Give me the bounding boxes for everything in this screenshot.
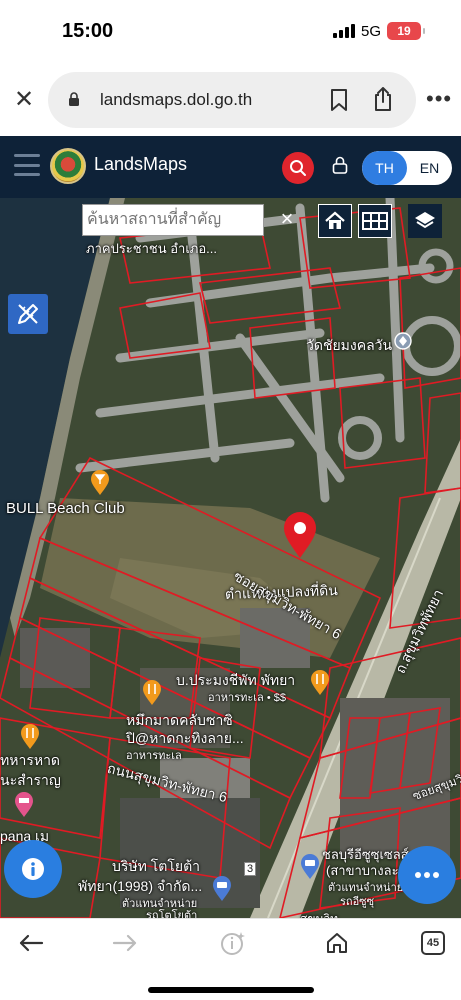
search-clear-button[interactable]: × (272, 204, 302, 234)
map-label-restaurant-3: นะสำราญ (0, 772, 61, 788)
more-horizontal-icon[interactable]: ••• (426, 86, 452, 112)
satellite-map (0, 198, 461, 918)
parcel-grid-button[interactable] (358, 204, 392, 238)
arrow-right-icon (112, 934, 137, 952)
address-bar[interactable]: landsmaps.dol.go.th (48, 72, 416, 128)
home-icon (325, 211, 345, 229)
battery-level: 19 (397, 24, 411, 38)
arrow-left-icon (19, 934, 44, 952)
map-view[interactable]: × (0, 198, 461, 918)
hotel-poi-icon[interactable] (14, 792, 34, 818)
signal-icon (332, 24, 355, 38)
close-icon[interactable]: ✕ (12, 88, 36, 112)
search-icon (290, 160, 306, 176)
lang-th-button[interactable]: TH (362, 151, 407, 185)
page-info-button[interactable] (218, 929, 248, 957)
share-icon[interactable] (372, 86, 394, 112)
browser-bottom-nav: 45 (0, 918, 461, 1000)
restaurant-poi-icon[interactable] (310, 670, 330, 696)
more-horizontal-icon (415, 872, 439, 878)
map-label-restaurant-2: ทหารหาด (0, 752, 61, 768)
status-time: 15:00 (62, 20, 114, 42)
tabs-count: 45 (421, 931, 445, 955)
car-dealer-poi-icon[interactable] (212, 876, 232, 902)
temple-icon (394, 332, 412, 350)
restaurant-poi-icon[interactable] (20, 724, 40, 750)
browser-toolbar: ✕ landsmaps.dol.go.th ••• (0, 62, 461, 136)
home-button[interactable] (318, 204, 352, 238)
app-header: LandsMaps TH EN (0, 136, 461, 198)
home-indicator (148, 987, 314, 993)
forward-button[interactable] (110, 929, 140, 957)
department-logo (50, 148, 86, 184)
home-button[interactable] (322, 929, 352, 957)
location-pin-icon[interactable] (282, 512, 318, 560)
info-icon (22, 858, 44, 880)
status-bar: 15:00 5G 19 (0, 0, 461, 62)
menu-icon[interactable] (14, 154, 40, 176)
map-label-beach-club: BULL Beach Club (6, 500, 125, 517)
draw-tool-button[interactable] (8, 294, 48, 334)
map-label: ภาคประชาชน อำเภอ... (86, 241, 217, 256)
layers-button[interactable] (408, 204, 442, 238)
layers-icon (415, 212, 435, 229)
bar-poi-icon[interactable] (90, 470, 110, 496)
search-button[interactable] (282, 152, 314, 184)
grid-icon (362, 212, 388, 230)
lang-en-button[interactable]: EN (407, 151, 452, 185)
map-label-restaurant: อาหารทะเล • $$ (208, 692, 286, 704)
tabs-button[interactable]: 45 (418, 929, 448, 957)
bookmark-icon[interactable] (328, 88, 350, 112)
map-label-shop-3: อาหารทะเล (126, 750, 182, 762)
restaurant-poi-icon[interactable] (142, 680, 162, 706)
pencil-ruler-icon (18, 304, 38, 324)
language-toggle[interactable]: TH EN (362, 151, 452, 185)
map-label-temple: วัดชัยมงคลวัน (306, 337, 393, 353)
status-indicators: 5G 19 (332, 22, 425, 40)
map-label-company-2: บริษัท โตโยต้า (112, 858, 201, 874)
url-text[interactable]: landsmaps.dol.go.th (100, 90, 252, 110)
map-label-company-5: รถโตโยต้า (146, 910, 198, 918)
back-button[interactable] (16, 929, 46, 957)
info-button[interactable] (4, 840, 62, 898)
battery-icon: 19 (387, 22, 425, 40)
info-sparkle-icon (221, 932, 245, 955)
car-dealer-poi-icon[interactable] (300, 854, 320, 880)
road-marker: 3 (244, 862, 257, 876)
lock-icon[interactable] (332, 156, 348, 174)
more-options-button[interactable] (398, 846, 456, 904)
lock-icon (69, 92, 79, 106)
place-search-input[interactable] (82, 204, 264, 236)
brand-title: LandsMaps (94, 154, 188, 174)
network-type: 5G (360, 22, 381, 40)
home-icon (327, 933, 347, 953)
map-label-dealer-4: รถอีซูซุ (340, 896, 375, 908)
map-label-road-4: สุขุมวิท (300, 910, 338, 918)
